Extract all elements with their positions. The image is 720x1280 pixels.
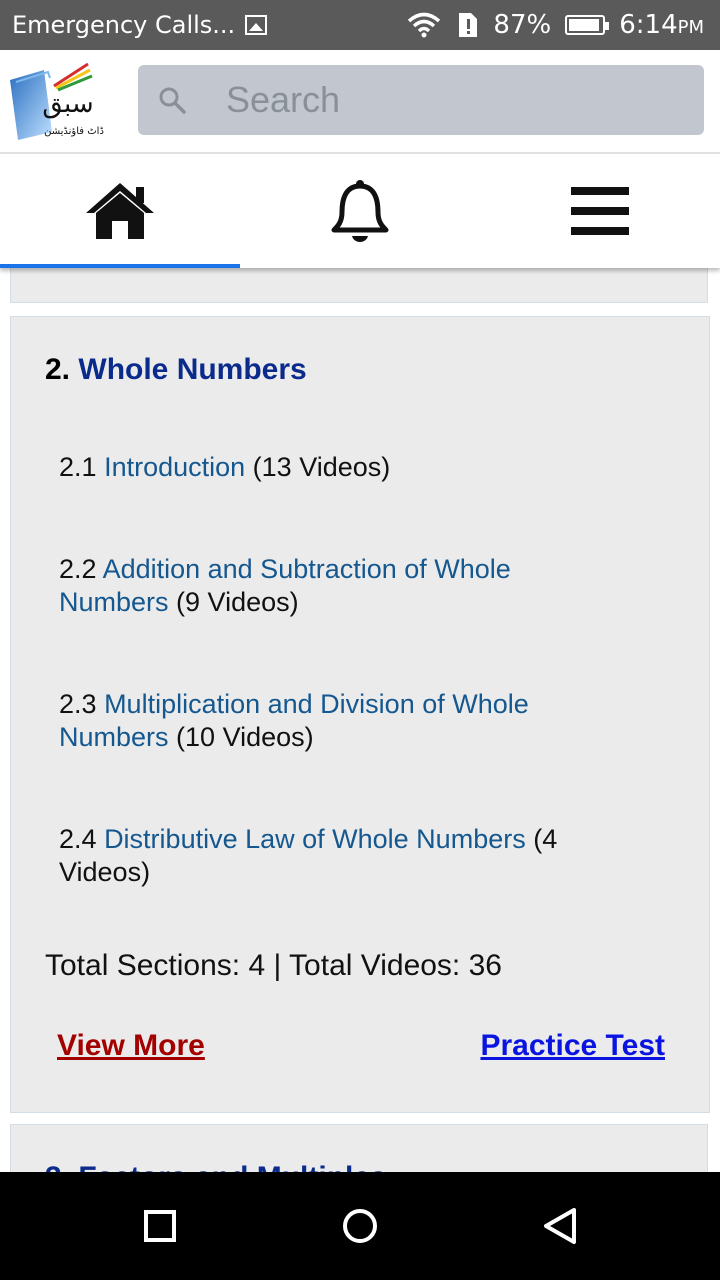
lesson-number: 2.2 xyxy=(59,554,97,584)
practice-test-link[interactable]: Practice Test xyxy=(480,1029,665,1063)
chapter-card: 2. Whole Numbers 2.1 Introduction (13 Vi… xyxy=(10,316,710,1113)
home-button-icon[interactable] xyxy=(334,1200,386,1252)
chapter-title: 2. Whole Numbers xyxy=(45,353,307,387)
view-more-link[interactable]: View More xyxy=(57,1029,205,1063)
clock-time: 6:14 xyxy=(619,10,678,40)
lesson-link[interactable]: Distributive Law of Whole Numbers xyxy=(104,824,526,854)
home-icon xyxy=(86,183,154,239)
previous-chapter-card xyxy=(10,268,708,303)
chapter-number: 2. xyxy=(45,353,71,386)
chapter-list[interactable]: 2. Whole Numbers 2.1 Introduction (13 Vi… xyxy=(0,268,720,1172)
search-icon xyxy=(159,87,186,114)
tab-home[interactable] xyxy=(0,154,240,268)
battery-icon xyxy=(565,15,610,35)
hamburger-menu-icon xyxy=(571,187,629,235)
lesson-number: 2.3 xyxy=(59,689,97,719)
wifi-icon xyxy=(408,12,441,38)
lesson-link[interactable]: Introduction xyxy=(104,452,245,482)
logo-subtext: ڈاٹ فاؤنڈیشن xyxy=(44,126,104,137)
image-notification-icon xyxy=(245,15,268,35)
lesson-video-count: (10 Videos) xyxy=(176,722,314,752)
lesson-video-count: (9 Videos) xyxy=(176,587,299,617)
clock: 6:14PM xyxy=(619,10,704,40)
app-header: سبق ڈاٹ فاؤنڈیشن Search xyxy=(0,50,720,154)
logo-text: سبق xyxy=(42,89,93,119)
chapter-name[interactable]: Whole Numbers xyxy=(78,353,306,386)
lesson-number: 2.1 xyxy=(59,452,97,482)
lesson-item: 2.4 Distributive Law of Whole Numbers (4… xyxy=(59,823,599,889)
clock-suffix: PM xyxy=(677,17,704,38)
recent-apps-icon[interactable] xyxy=(134,1200,186,1252)
tab-menu[interactable] xyxy=(480,154,720,268)
chapter-totals: Total Sections: 4 | Total Videos: 36 xyxy=(45,949,502,982)
lesson-number: 2.4 xyxy=(59,824,97,854)
status-bar: Emergency Calls... 87% 6:14PM xyxy=(0,0,720,50)
bell-icon xyxy=(331,180,389,242)
lesson-video-count: (13 Videos) xyxy=(252,452,391,482)
search-input[interactable]: Search xyxy=(138,65,704,135)
back-button-icon[interactable] xyxy=(534,1200,586,1252)
battery-percent: 87% xyxy=(493,10,552,40)
lesson-item: 2.3 Multiplication and Division of Whole… xyxy=(59,688,599,754)
tab-bar xyxy=(0,154,720,268)
next-chapter-card: 3. Factors and Multiples xyxy=(10,1124,708,1172)
lesson-item: 2.1 Introduction (13 Videos) xyxy=(59,451,599,484)
next-chapter-title[interactable]: 3. Factors and Multiples xyxy=(45,1161,387,1172)
app-logo[interactable]: سبق ڈاٹ فاؤنڈیشن xyxy=(8,62,123,152)
search-placeholder: Search xyxy=(226,79,341,120)
lesson-item: 2.2 Addition and Subtraction of Whole Nu… xyxy=(59,553,599,619)
tab-notifications[interactable] xyxy=(240,154,480,268)
carrier-label: Emergency Calls... xyxy=(12,11,236,39)
system-navigation-bar xyxy=(0,1172,720,1280)
sim-alert-icon xyxy=(459,13,478,37)
